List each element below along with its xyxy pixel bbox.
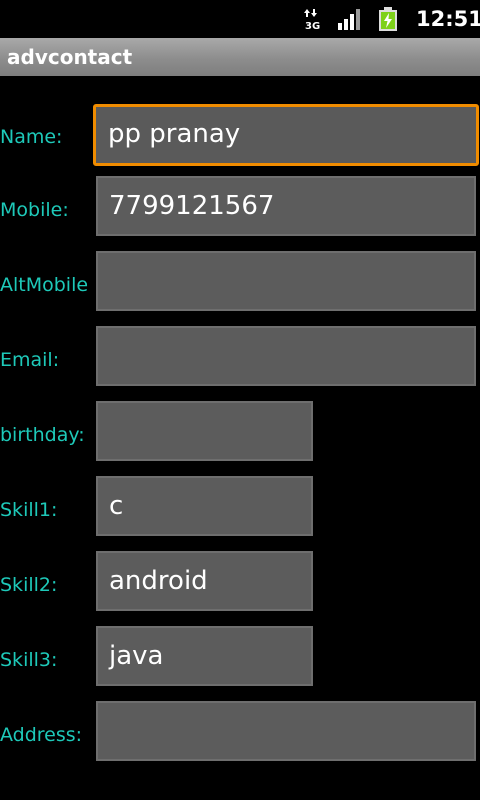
- status-bar: 3G 12:51: [0, 0, 480, 38]
- skill1-field[interactable]: c: [96, 476, 313, 536]
- signal-bars-icon: [338, 9, 360, 30]
- name-label: Name:: [0, 126, 63, 148]
- app-title-bar: advcontact: [0, 38, 480, 76]
- 3g-data-icon: 3G: [304, 9, 320, 30]
- email-field[interactable]: [96, 326, 476, 386]
- address-label: Address:: [0, 724, 83, 746]
- name-field[interactable]: pp pranay: [93, 104, 479, 166]
- skill2-field[interactable]: android: [96, 551, 313, 611]
- svg-text:3G: 3G: [305, 21, 320, 30]
- status-clock: 12:51: [416, 7, 480, 31]
- app-title: advcontact: [7, 45, 133, 69]
- battery-charging-icon: [379, 7, 397, 31]
- skill2-label: Skill2:: [0, 574, 58, 596]
- mobile-field[interactable]: 7799121567: [96, 176, 476, 236]
- skill3-label: Skill3:: [0, 649, 58, 671]
- altmobile-label: AltMobile: [0, 274, 89, 296]
- birthday-field[interactable]: [96, 401, 313, 461]
- address-field[interactable]: [96, 701, 476, 761]
- skill1-label: Skill1:: [0, 499, 58, 521]
- mobile-label: Mobile:: [0, 199, 69, 221]
- skill3-field[interactable]: java: [96, 626, 313, 686]
- altmobile-field[interactable]: [96, 251, 476, 311]
- email-label: Email:: [0, 349, 60, 371]
- birthday-label: birthday:: [0, 424, 85, 446]
